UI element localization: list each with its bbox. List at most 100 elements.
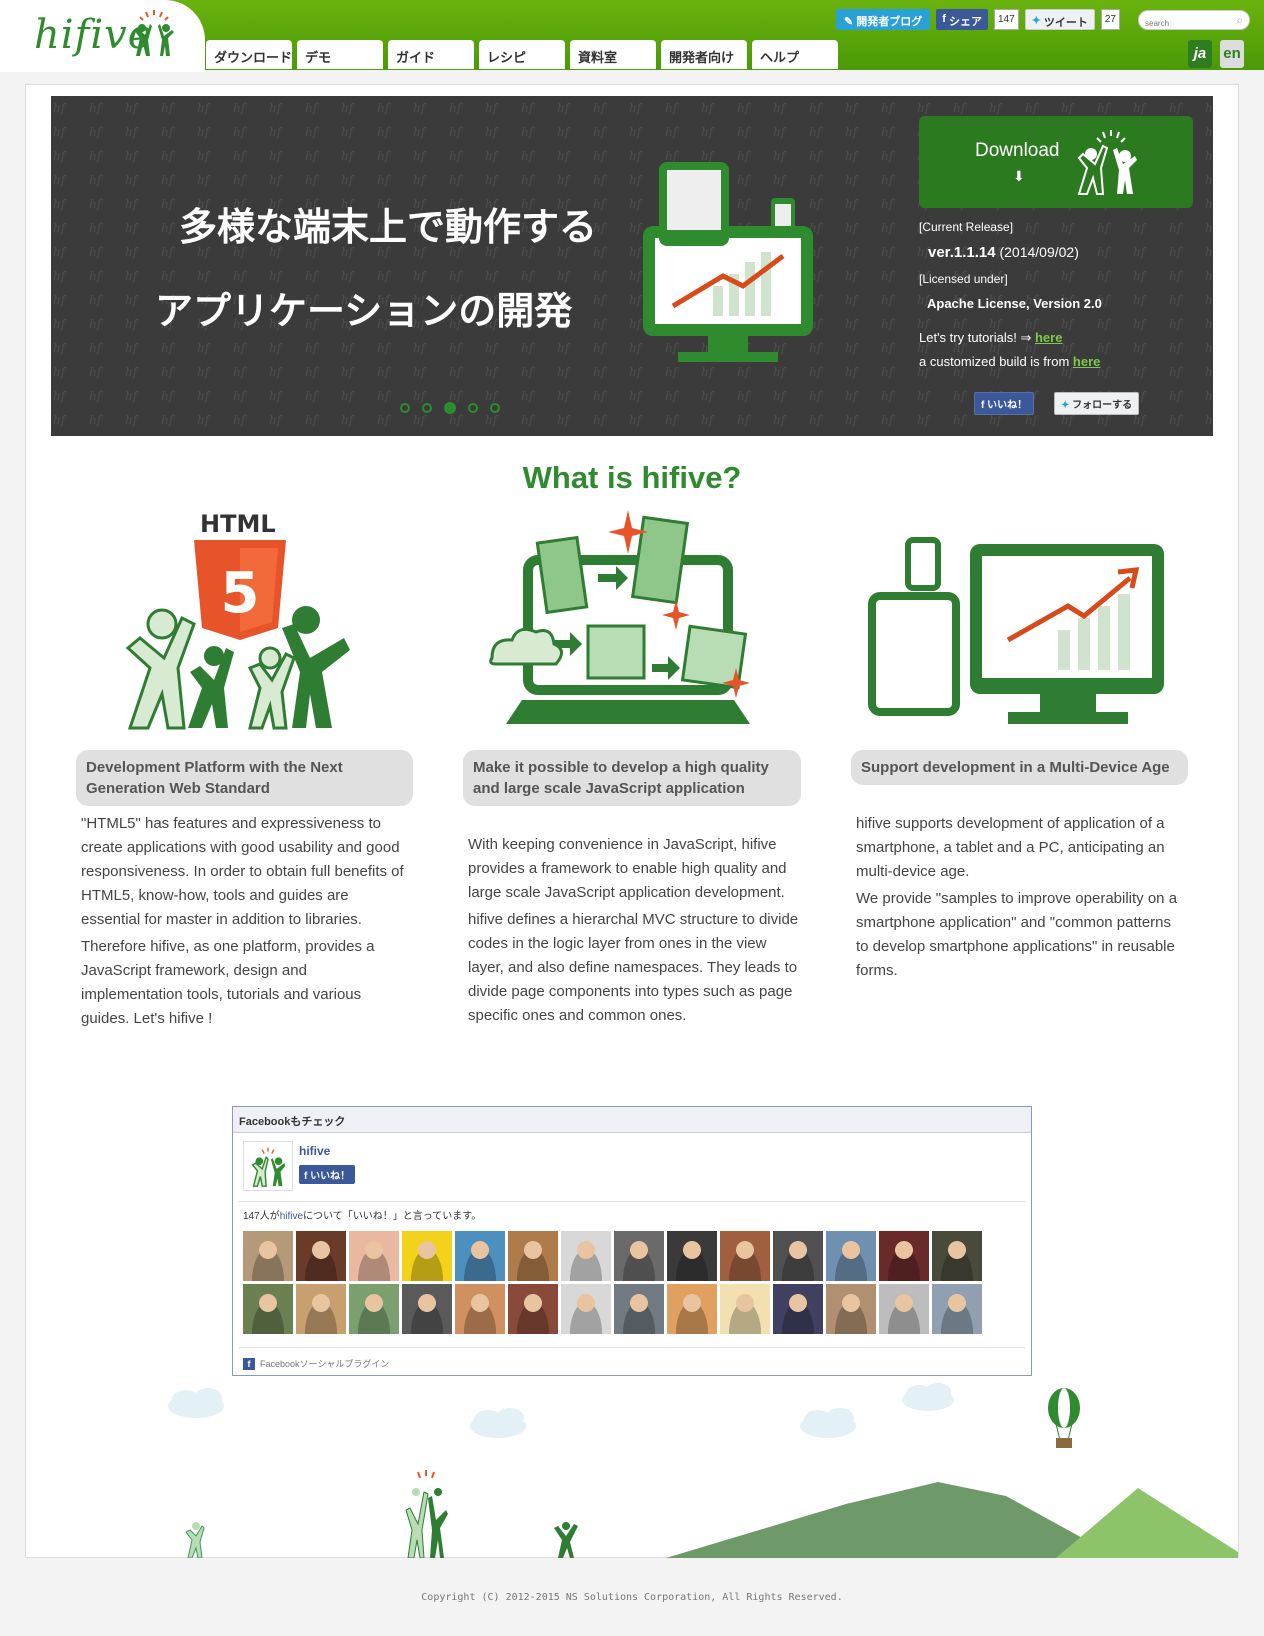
fan-avatar[interactable] — [879, 1284, 929, 1334]
fan-avatar[interactable] — [508, 1231, 558, 1281]
feature-2-paragraph-2: hifive defines a hierarchal MVC structur… — [468, 911, 799, 1024]
html-logo-text: HTML — [200, 510, 276, 538]
logo-area[interactable]: hifive — [0, 0, 205, 72]
fan-avatar[interactable] — [561, 1231, 611, 1281]
twitter-follow-button[interactable]: ✦ フォローする — [1054, 392, 1140, 415]
person-icon — [185, 1522, 205, 1558]
slide-dot[interactable] — [444, 402, 456, 414]
facebook-icon: f — [942, 13, 946, 25]
feature-3-paragraph-1: hifive supports development of applicati… — [856, 815, 1165, 880]
developer-blog-button[interactable]: ✎ 開発者ブログ — [836, 9, 931, 30]
nav-library[interactable]: 資料室 — [570, 40, 656, 69]
feature-2-body: With keeping convenience in JavaScript, … — [468, 833, 802, 1031]
html5-digit: 5 — [221, 561, 260, 626]
fan-avatar[interactable] — [455, 1231, 505, 1281]
fan-avatar[interactable] — [243, 1284, 293, 1334]
nav-download[interactable]: ダウンロード — [206, 40, 292, 69]
fan-avatar[interactable] — [614, 1284, 664, 1334]
feature-3-heading: Support development in a Multi-Device Ag… — [851, 750, 1188, 785]
devices-illustration-icon — [643, 162, 813, 362]
fan-avatar[interactable] — [349, 1284, 399, 1334]
feature-2-paragraph-1: With keeping convenience in JavaScript, … — [468, 836, 787, 901]
feature-1-paragraph-1: "HTML5" has features and expressiveness … — [81, 815, 404, 928]
custom-build-link[interactable]: here — [1073, 354, 1100, 369]
facebook-plugin-footer: f Facebookソーシャルプラグイン — [243, 1357, 389, 1370]
slide-dot[interactable] — [490, 403, 500, 413]
fan-avatar[interactable] — [720, 1231, 770, 1281]
fan-avatar[interactable] — [561, 1284, 611, 1334]
search-input[interactable] — [1145, 19, 1231, 28]
fan-avatar[interactable] — [773, 1284, 823, 1334]
fan-avatar[interactable] — [826, 1284, 876, 1334]
fan-avatar[interactable] — [402, 1284, 452, 1334]
facebook-divider — [239, 1347, 1025, 1348]
facebook-page-name[interactable]: hifive — [299, 1144, 330, 1158]
fan-avatar[interactable] — [455, 1284, 505, 1334]
facebook-like-label: いいね！ — [987, 400, 1028, 411]
cloud-icon — [470, 1408, 526, 1438]
release-version: ver.1.1.14 (2014/09/02) — [928, 244, 1079, 261]
fan-avatar[interactable] — [508, 1284, 558, 1334]
feature-3-paragraph-2: We provide "samples to improve operabili… — [856, 890, 1178, 979]
version-date: (2014/09/02) — [999, 244, 1079, 260]
tutorial-link[interactable]: here — [1035, 330, 1062, 345]
fan-avatar[interactable] — [720, 1284, 770, 1334]
fan-avatar[interactable] — [826, 1231, 876, 1281]
nav-developers[interactable]: 開発者向け — [661, 40, 747, 69]
hot-air-balloon-icon — [1048, 1388, 1080, 1448]
hero-headline-1: 多様な端末上で動作する — [179, 207, 598, 249]
nav-recipe[interactable]: レシピ — [479, 40, 565, 69]
fan-avatar[interactable] — [614, 1231, 664, 1281]
site-header: hifive ダウンロード デモ ガイド レシピ 資料室 開発者向け ヘルプ ✎… — [0, 0, 1264, 72]
hero-slider: hf 多様な端末上で動作する アプリケーションの開発 Download ⬇ [C… — [51, 96, 1213, 436]
hifive-page-avatar[interactable] — [243, 1141, 293, 1191]
feature-1-heading: Development Platform with the Next Gener… — [76, 750, 413, 806]
license-name: Apache License, Version 2.0 — [927, 296, 1102, 311]
slide-dot[interactable] — [422, 403, 432, 413]
search-icon[interactable]: ⌕ — [1236, 13, 1243, 28]
facebook-like-box: Facebookもチェック hifive f いいね！ 147人がhifiveに… — [232, 1106, 1032, 1376]
download-button[interactable]: Download ⬇ — [919, 116, 1193, 208]
nav-help[interactable]: ヘルプ — [752, 40, 838, 69]
main-nav: ダウンロード デモ ガイド レシピ 資料室 開発者向け ヘルプ — [206, 40, 838, 69]
like-count-page-link[interactable]: hifive — [280, 1211, 303, 1222]
fan-avatar[interactable] — [667, 1231, 717, 1281]
fan-avatar[interactable] — [773, 1231, 823, 1281]
fan-avatar[interactable] — [296, 1284, 346, 1334]
fan-avatar[interactable] — [667, 1284, 717, 1334]
slide-dot[interactable] — [468, 403, 478, 413]
search-box: ⌕ — [1138, 10, 1250, 30]
facebook-plugin-label[interactable]: Facebookソーシャルプラグイン — [260, 1357, 389, 1370]
tweet-button[interactable]: ✦ ツイート — [1024, 9, 1095, 30]
download-label: Download — [975, 140, 1060, 161]
fan-avatar[interactable] — [932, 1284, 982, 1334]
feature-1-paragraph-2: Therefore hifive, as one platform, provi… — [81, 938, 375, 1027]
like-count-suffix: について「いいね！」と言っています。 — [303, 1211, 482, 1222]
mountain-icon — [666, 1482, 1126, 1558]
custom-build-text: a customized build is from — [919, 354, 1070, 369]
slide-dot[interactable] — [400, 403, 410, 413]
licensed-label: [Licensed under] — [919, 272, 1008, 286]
fan-avatar[interactable] — [932, 1231, 982, 1281]
fan-avatar[interactable] — [879, 1231, 929, 1281]
fan-avatar[interactable] — [402, 1231, 452, 1281]
developer-blog-label: 開発者ブログ — [856, 16, 923, 28]
mvc-puzzle-illustration-icon — [489, 510, 750, 724]
fan-avatar[interactable] — [243, 1231, 293, 1281]
fan-avatar[interactable] — [296, 1231, 346, 1281]
fan-avatar[interactable] — [349, 1231, 399, 1281]
facebook-like-button[interactable]: f いいね！ — [974, 392, 1035, 415]
facebook-share-button[interactable]: f シェア — [936, 9, 988, 30]
lang-ja-button[interactable]: ja — [1188, 40, 1212, 68]
lang-en-button[interactable]: en — [1220, 40, 1244, 68]
copyright: Copyright (C) 2012-2015 NS Solutions Cor… — [421, 1592, 843, 1603]
tweet-count: 27 — [1100, 9, 1120, 30]
facebook-box-title: Facebookもチェック — [233, 1107, 1031, 1133]
nav-demo[interactable]: デモ — [297, 40, 383, 69]
facebook-page-like-button[interactable]: f いいね！ — [299, 1165, 356, 1184]
slide-indicator — [400, 402, 500, 414]
nav-guide[interactable]: ガイド — [388, 40, 474, 69]
feature-1-body: "HTML5" has features and expressiveness … — [81, 812, 411, 1034]
share-count: 147 — [993, 9, 1019, 30]
tutorial-text: Let's try tutorials! ⇒ — [919, 330, 1032, 345]
